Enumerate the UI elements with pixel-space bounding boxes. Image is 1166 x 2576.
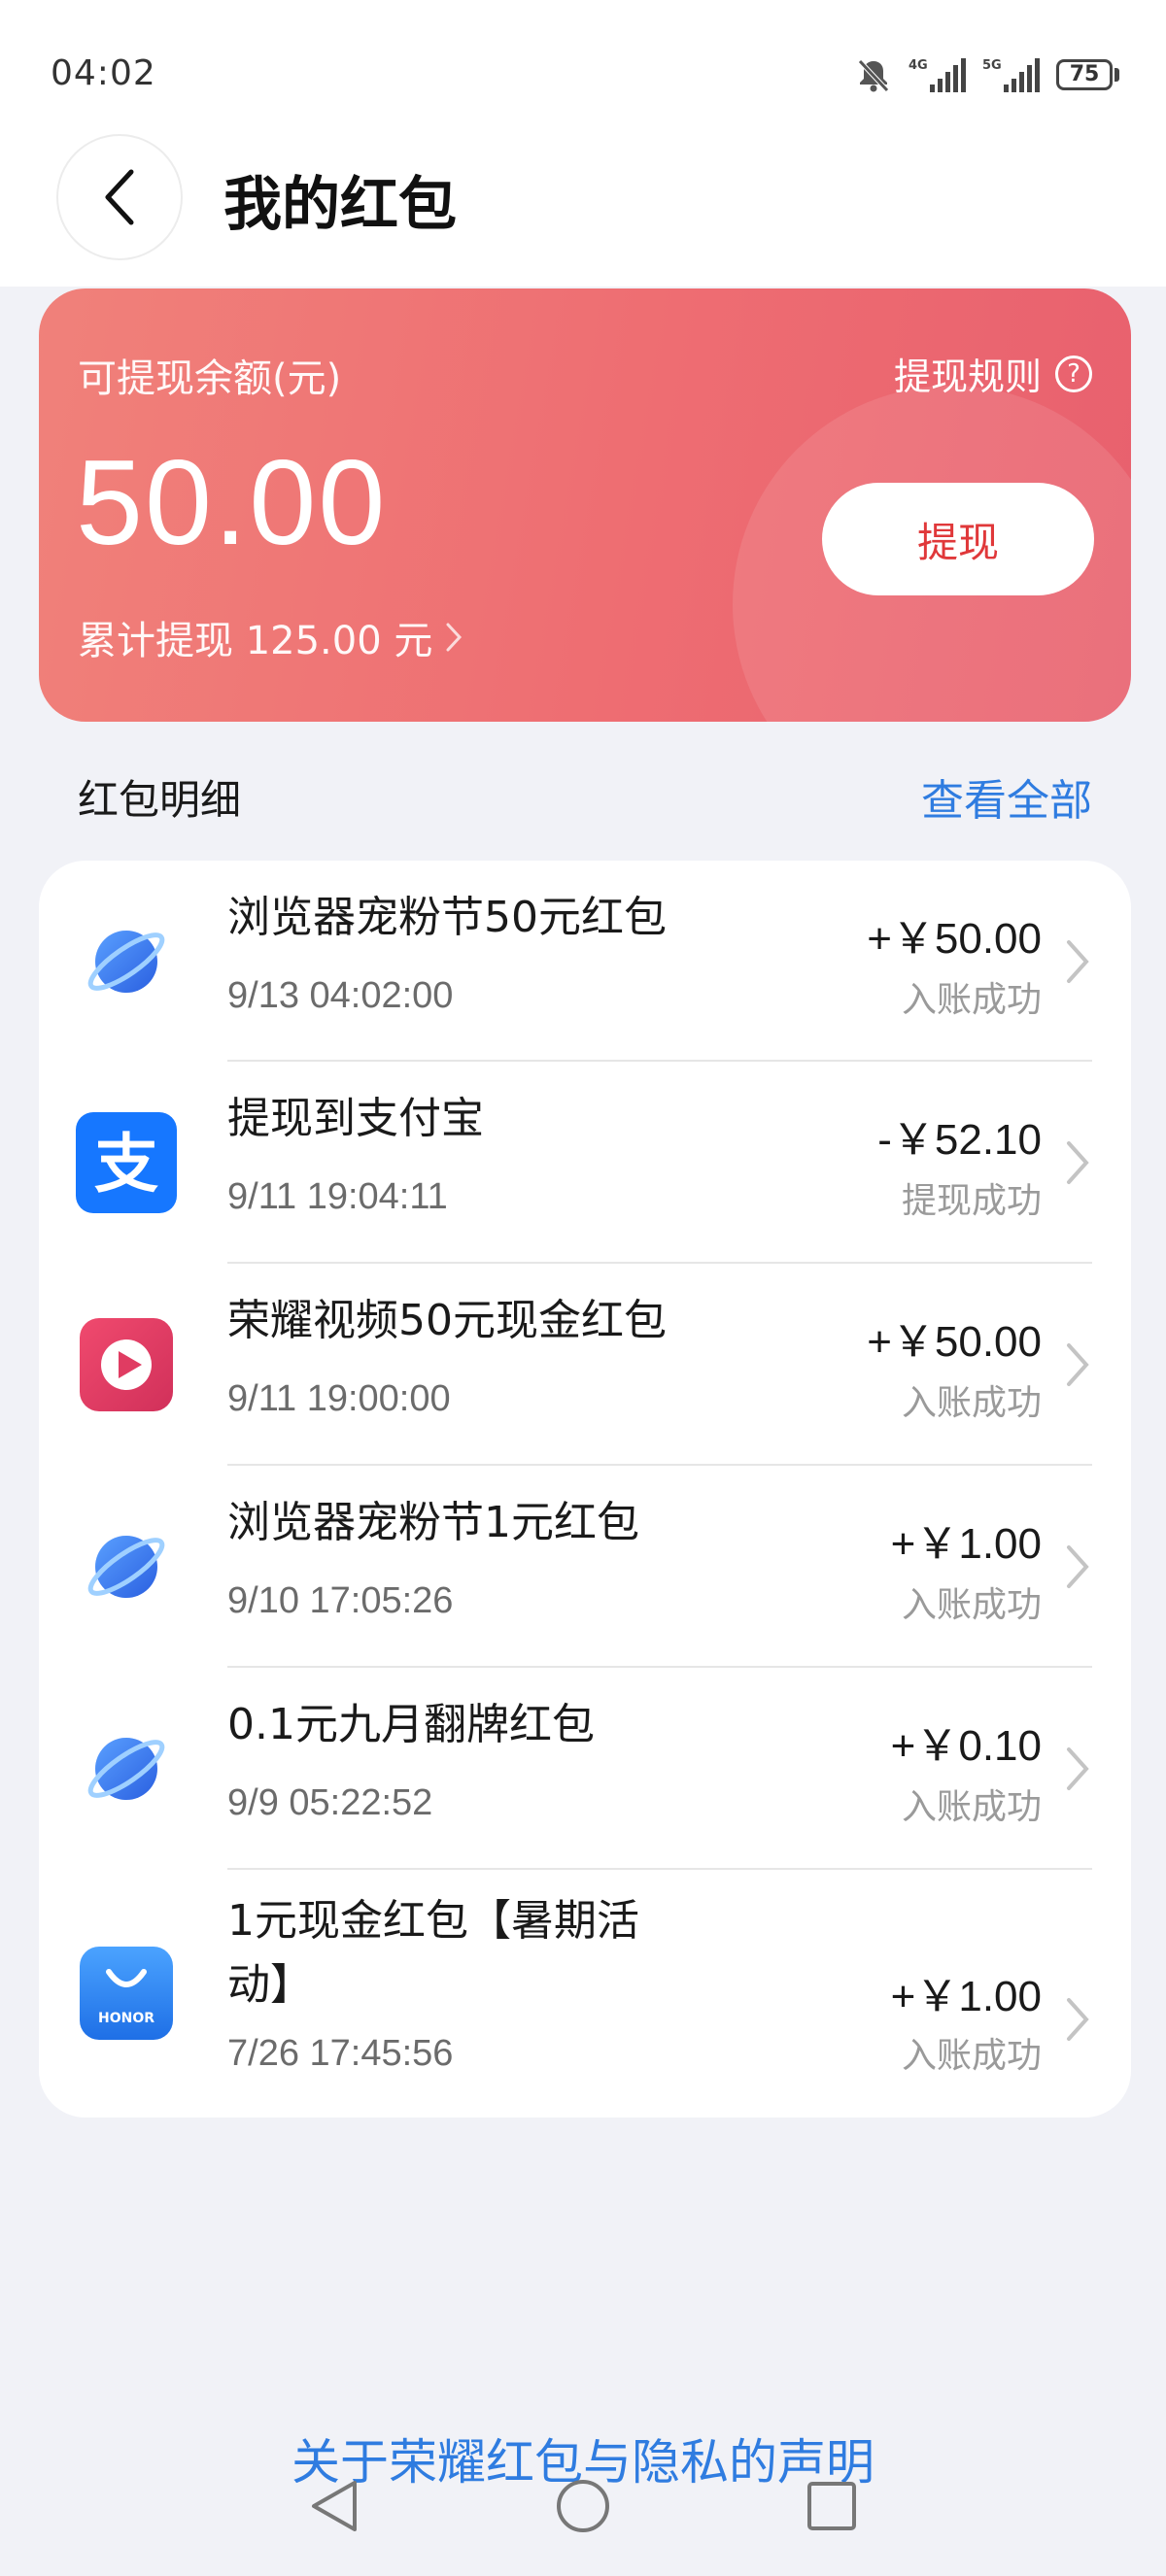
item-date: 7/26 17:45:56 — [227, 2033, 454, 2074]
back-button[interactable] — [58, 136, 181, 258]
chevron-left-icon — [105, 169, 134, 225]
chevron-right-icon — [1067, 1998, 1089, 2041]
honor-store-icon: HONOR — [76, 1943, 177, 2044]
chevron-right-icon — [1067, 940, 1089, 983]
signal-5g-icon: 5G — [982, 58, 1040, 92]
item-status: 提现成功 — [901, 1181, 1042, 1221]
browser-planet-icon — [76, 1516, 177, 1617]
item-title: 提现到支付宝 — [227, 1094, 484, 1143]
list-item[interactable]: 浏览器宠粉节1元红包 9/10 17:05:26 +￥1.00 入账成功 — [39, 1466, 1131, 1668]
chevron-right-icon — [1067, 1343, 1089, 1386]
item-amount: +￥50.00 — [867, 1318, 1042, 1366]
nav-back-button[interactable] — [295, 2467, 373, 2545]
details-section-title: 红包明细 — [78, 776, 242, 824]
cumulative-withdraw-link[interactable]: 累计提现 125.00 元 — [78, 609, 463, 665]
chevron-right-icon — [1067, 1141, 1089, 1184]
withdraw-rules-label: 提现规则 — [893, 356, 1042, 398]
balance-card: 可提现余额(元) 提现规则 ? 50.00 累计提现 125.00 元 提现 — [39, 288, 1131, 722]
item-amount: -￥52.10 — [877, 1116, 1042, 1164]
item-title: 0.1元九月翻牌红包 — [227, 1700, 595, 1749]
item-title: 1元现金红包【暑期活 — [227, 1896, 639, 1946]
item-amount: +￥0.10 — [890, 1722, 1042, 1770]
battery-icon: 75 — [1056, 59, 1119, 90]
item-amount: +￥50.00 — [867, 915, 1042, 963]
mute-bell-icon — [858, 59, 889, 92]
list-item[interactable]: HONOR 1元现金红包【暑期活 动】 7/26 17:45:56 +￥1.00… — [39, 1870, 1131, 2118]
view-all-link[interactable]: 查看全部 — [921, 765, 1092, 828]
item-status: 入账成功 — [901, 1383, 1042, 1423]
item-status: 入账成功 — [901, 2036, 1042, 2076]
list-item[interactable]: 支 提现到支付宝 9/11 19:04:11 -￥52.10 提现成功 — [39, 1062, 1131, 1264]
withdraw-rules-link[interactable]: 提现规则 ? — [894, 347, 1092, 400]
transaction-list: 浏览器宠粉节50元红包 9/13 04:02:00 +￥50.00 入账成功 支… — [39, 861, 1131, 2118]
item-status: 入账成功 — [901, 1787, 1042, 1827]
item-date: 9/13 04:02:00 — [227, 975, 454, 1016]
browser-planet-icon — [76, 1718, 177, 1819]
svg-text:5G: 5G — [982, 58, 1002, 73]
item-amount: +￥1.00 — [890, 1520, 1042, 1568]
status-icons: 4G 5G 75 — [854, 53, 1119, 96]
balance-label: 可提现余额(元) — [78, 356, 342, 401]
triangle-back-icon — [312, 2481, 357, 2531]
item-status: 入账成功 — [901, 1585, 1042, 1625]
question-mark-icon: ? — [1055, 355, 1092, 392]
chevron-right-icon — [1067, 1545, 1089, 1588]
chevron-right-icon — [1067, 1747, 1089, 1790]
list-item[interactable]: 0.1元九月翻牌红包 9/9 05:22:52 +￥0.10 入账成功 — [39, 1668, 1131, 1870]
list-item[interactable]: 浏览器宠粉节50元红包 9/13 04:02:00 +￥50.00 入账成功 — [39, 861, 1131, 1062]
app-header: 我的红包 — [0, 107, 1166, 287]
item-date: 9/11 19:04:11 — [227, 1176, 448, 1217]
signal-4g-icon: 4G — [909, 58, 966, 92]
balance-amount: 50.00 — [76, 436, 388, 570]
item-title: 荣耀视频50元现金红包 — [227, 1296, 667, 1345]
nav-recents-button[interactable] — [793, 2467, 871, 2545]
item-status: 入账成功 — [901, 980, 1042, 1020]
item-title-line2: 动】 — [227, 1960, 313, 2010]
item-title: 浏览器宠粉节1元红包 — [227, 1498, 639, 1547]
item-title: 浏览器宠粉节50元红包 — [227, 893, 667, 942]
circle-home-icon — [557, 2480, 609, 2532]
item-amount: +￥1.00 — [890, 1973, 1042, 2020]
item-date: 9/10 17:05:26 — [227, 1580, 454, 1621]
withdraw-button[interactable]: 提现 — [822, 483, 1094, 595]
svg-text:支: 支 — [94, 1127, 158, 1202]
system-nav-bar — [0, 2467, 1166, 2576]
alipay-icon: 支 — [76, 1112, 177, 1213]
svg-text:4G: 4G — [909, 58, 928, 73]
svg-text:HONOR: HONOR — [98, 2011, 154, 2026]
square-recents-icon — [807, 2482, 856, 2530]
honor-video-icon — [76, 1314, 177, 1415]
list-item[interactable]: 荣耀视频50元现金红包 9/11 19:00:00 +￥50.00 入账成功 — [39, 1264, 1131, 1466]
item-date: 9/9 05:22:52 — [227, 1782, 433, 1823]
page-title: 我的红包 — [223, 171, 457, 239]
cumulative-withdraw-text: 累计提现 125.00 元 — [78, 619, 433, 663]
chevron-right-icon — [446, 623, 463, 652]
status-time: 04:02 — [51, 53, 156, 93]
browser-planet-icon — [76, 911, 177, 1012]
item-date: 9/11 19:00:00 — [227, 1378, 451, 1419]
battery-level: 75 — [1056, 59, 1113, 90]
nav-home-button[interactable] — [544, 2467, 622, 2545]
